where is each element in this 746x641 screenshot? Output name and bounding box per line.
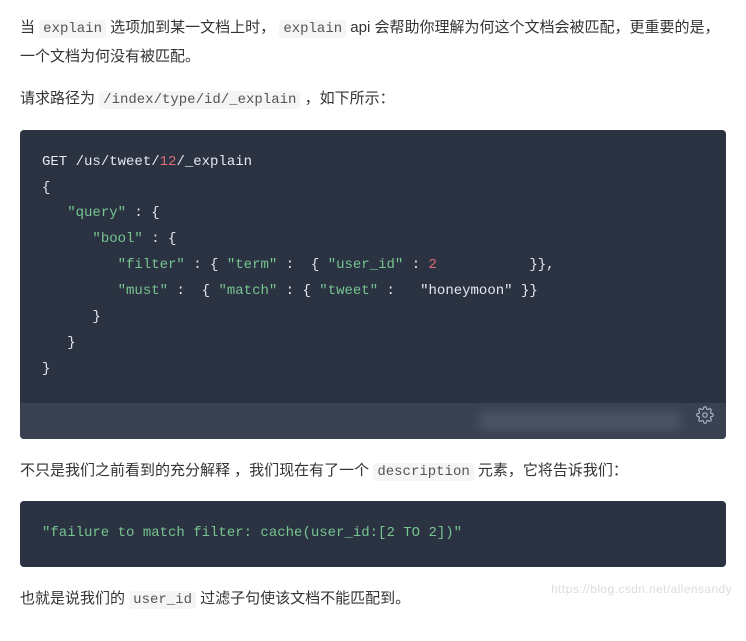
text: 不只是我们之前看到的充分解释 ，我们现在有了一个 (20, 462, 373, 479)
text: 也就是说我们的 (20, 590, 129, 607)
token-punct: : { (277, 283, 319, 299)
token-key: "tweet" (319, 283, 378, 299)
token-indent (42, 231, 92, 247)
code-block-output: "failure to match filter: cache(user_id:… (20, 501, 726, 567)
token-key: "user_id" (328, 257, 404, 273)
token-brace: { (42, 180, 50, 196)
token-key: "match" (218, 283, 277, 299)
token-key: "term" (227, 257, 277, 273)
token-brace: } (42, 309, 101, 325)
text: 选项加到某一文档上时， (106, 19, 279, 36)
code-block-request: GET /us/tweet/12/_explain { "query" : { … (20, 130, 726, 439)
paragraph-1: 当 explain 选项加到某一文档上时， explain api 会帮助你理解… (20, 14, 726, 71)
token-punct: : { (277, 257, 327, 273)
watermark: https://blog.csdn.net/allensandy (551, 578, 732, 601)
paragraph-2: 请求路径为 /index/type/id/_explain ，如下所示： (20, 85, 726, 114)
token-string: "honeymoon" (420, 283, 512, 299)
gear-icon[interactable] (696, 406, 714, 435)
token-path: /us/tweet/ (67, 154, 159, 170)
token-punct: : { (168, 283, 218, 299)
token-indent (42, 257, 118, 273)
code-content: "failure to match filter: cache(user_id:… (20, 501, 726, 567)
token-punct: : (378, 283, 420, 299)
text: 元素，它将告诉我们： (474, 462, 628, 479)
inline-code-explain: explain (39, 20, 106, 38)
token-method: GET (42, 154, 67, 170)
token-brace: } (42, 361, 50, 377)
code-content: GET /us/tweet/12/_explain { "query" : { … (20, 130, 726, 403)
token-key: "bool" (92, 231, 142, 247)
inline-code-path: /index/type/id/_explain (99, 91, 300, 109)
token-punct: }}, (437, 257, 555, 273)
token-indent (42, 283, 118, 299)
paragraph-3: 不只是我们之前看到的充分解释 ，我们现在有了一个 description 元素，… (20, 457, 726, 486)
token-key: "filter" (118, 257, 185, 273)
inline-code-description: description (373, 463, 473, 481)
token-indent (42, 205, 67, 221)
token-brace: } (42, 335, 76, 351)
text: 请求路径为 (20, 90, 99, 107)
token-path: /_explain (176, 154, 252, 170)
token-number: 2 (429, 257, 437, 273)
token-punct: : { (185, 257, 227, 273)
token-punct: : (403, 257, 428, 273)
blurred-region (480, 412, 680, 430)
inline-code-explain: explain (279, 20, 346, 38)
token-punct: : { (143, 231, 177, 247)
code-block-footer (20, 403, 726, 439)
token-string: "failure to match filter: cache(user_id:… (42, 525, 462, 541)
text: 当 (20, 19, 39, 36)
text: ，如下所示： (300, 90, 394, 107)
text: 过滤子句使该文档不能匹配到。 (196, 590, 410, 607)
token-id: 12 (160, 154, 177, 170)
inline-code-userid: user_id (129, 591, 196, 609)
token-punct: : { (126, 205, 160, 221)
token-key: "query" (67, 205, 126, 221)
token-key: "must" (118, 283, 168, 299)
token-punct: }} (513, 283, 538, 299)
